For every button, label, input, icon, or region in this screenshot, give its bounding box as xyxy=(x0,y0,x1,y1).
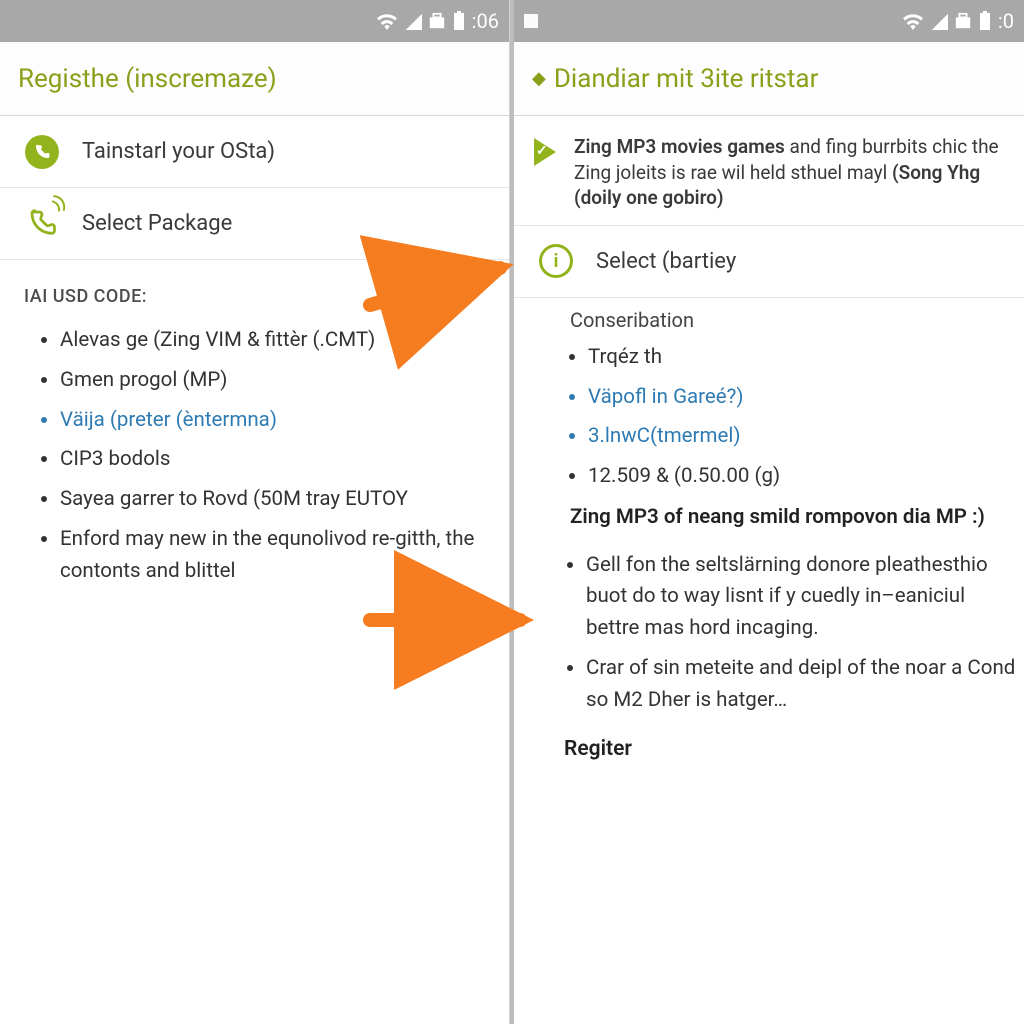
highlight-text: Zing MP3 of neang smild rompovon dia MP … xyxy=(514,501,1024,542)
list-item: Alevas ge (Zing VIM & fittèr (.CMT) xyxy=(60,321,509,361)
subsection-header: Conseribation xyxy=(514,298,1024,334)
briefcase-icon xyxy=(428,12,446,30)
battery-icon xyxy=(452,11,466,31)
row-label: Select Package xyxy=(82,211,232,236)
signal-icon xyxy=(930,12,948,30)
list-item: CIP3 bodols xyxy=(60,440,509,480)
list-item[interactable]: Väija (preter (èntermna) xyxy=(60,401,509,441)
right-screen: :0 ◆ Diandiar mit 3ite ritstar Zing MP3 … xyxy=(514,0,1024,1024)
list-item: 12.509 & (0.50.00 (g) xyxy=(588,457,1024,497)
list-item: Crar of sin meteite and deipl of the noa… xyxy=(586,649,1024,721)
phone-ringing-icon xyxy=(27,207,57,241)
wifi-icon xyxy=(376,12,398,30)
list-item: Enford may new in the equnolivod re-gitt… xyxy=(60,520,509,592)
left-screen: :06 Registhe (inscremaze) Tainstarl your… xyxy=(0,0,510,1024)
detail-list-1: Trqéz thVäpofl in Gareé?)3.lnwC(tmermel)… xyxy=(514,334,1024,501)
clock-text: :06 xyxy=(472,9,499,33)
list-item: Gell fon the seltslärning donore pleathe… xyxy=(586,546,1024,649)
app-title-bar: Registhe (inscremaze) xyxy=(0,42,509,116)
row-tainstarl[interactable]: Tainstarl your OSta) xyxy=(0,116,509,188)
play-check-icon xyxy=(534,138,556,166)
row-intro[interactable]: Zing MP3 movies games and fing burrbits … xyxy=(514,116,1024,226)
intro-text: Zing MP3 movies games and fing burrbits … xyxy=(574,134,1004,211)
register-link[interactable]: Regiter xyxy=(514,725,1024,761)
phone-icon xyxy=(25,135,59,169)
briefcase-icon xyxy=(954,12,972,30)
status-bar: :0 xyxy=(514,0,1024,42)
app-title-bar: ◆ Diandiar mit 3ite ritstar xyxy=(514,42,1024,116)
page-title: Registhe (inscremaze) xyxy=(18,64,277,94)
notification-icon xyxy=(524,14,538,28)
row-select-package[interactable]: Select Package xyxy=(0,188,509,260)
bullet-icon: ◆ xyxy=(532,68,546,89)
row-select-bartiey[interactable]: i Select (bartiey xyxy=(514,226,1024,298)
page-title: Diandiar mit 3ite ritstar xyxy=(554,64,819,94)
list-item[interactable]: 3.lnwC(tmermel) xyxy=(588,417,1024,457)
list-item: Sayea garrer to Rovd (50M tray EUTOY xyxy=(60,480,509,520)
list-item: Gmen progol (MP) xyxy=(60,361,509,401)
info-icon: i xyxy=(539,244,573,278)
code-list: Alevas ge (Zing VIM & fittèr (.CMT)Gmen … xyxy=(0,317,509,595)
detail-list-2: Gell fon the seltslärning donore pleathe… xyxy=(514,542,1024,725)
clock-text: :0 xyxy=(998,9,1014,33)
status-bar: :06 xyxy=(0,0,509,42)
list-item: Trqéz th xyxy=(588,338,1024,378)
row-label: Select (bartiey xyxy=(596,249,736,274)
section-header: IAI USD CODE: xyxy=(0,260,509,317)
list-item[interactable]: Väpofl in Gareé?) xyxy=(588,378,1024,418)
wifi-icon xyxy=(902,12,924,30)
battery-icon xyxy=(978,11,992,31)
row-label: Tainstarl your OSta) xyxy=(82,139,275,164)
signal-icon xyxy=(404,12,422,30)
